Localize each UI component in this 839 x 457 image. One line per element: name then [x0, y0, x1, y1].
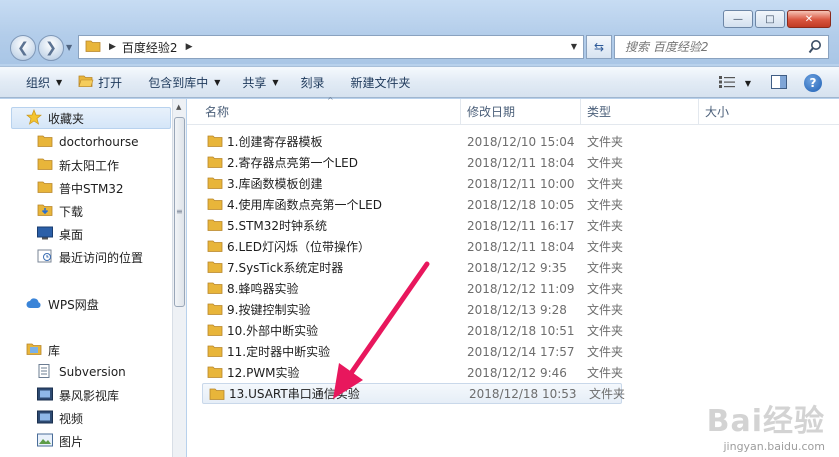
navigation-pane: 收藏夹 doctorhourse 新太阳工作 普中STM32 下载 桌面 最近访问的位置 …	[0, 99, 172, 457]
view-dropdown-icon[interactable]: ▼	[741, 71, 755, 95]
burn-label: 刻录	[300, 75, 325, 90]
sidebar-item[interactable]: 最近访问的位置	[37, 246, 143, 268]
sidebar-item-label: doctorhourse	[59, 135, 139, 149]
sidebar-item-label: 桌面	[59, 227, 84, 242]
sidebar-item[interactable]: 图片	[37, 430, 83, 452]
search-box[interactable]	[614, 35, 829, 59]
folder-icon	[37, 134, 53, 151]
new-folder-label: 新建文件夹	[350, 75, 411, 90]
scroll-up-icon[interactable]: ▲	[176, 103, 181, 111]
recent-pages-dropdown-icon[interactable]: ▼	[66, 43, 72, 52]
open-label: 打开	[98, 75, 123, 90]
document-icon	[37, 363, 53, 381]
desktop-icon	[37, 226, 53, 243]
recent-places-icon	[37, 249, 53, 266]
sidebar-item[interactable]: 新太阳工作	[37, 154, 119, 176]
watermark: Bai经验 jingyan.baidu.com	[707, 396, 825, 453]
command-bar: 组织 ▼ 打开 包含到库中 ▼ 共享 ▼ 刻录 新建文件夹 ▼ ?	[0, 66, 839, 98]
chevron-down-icon: ▼	[214, 77, 221, 87]
video-icon	[37, 410, 53, 427]
search-icon[interactable]	[808, 39, 822, 58]
library-icon	[26, 342, 42, 359]
back-button[interactable]: ❮	[10, 35, 36, 61]
chevron-down-icon: ▼	[272, 77, 279, 87]
sidebar-scrollbar[interactable]: ▲ ≡	[172, 99, 186, 457]
share-menu[interactable]: 共享 ▼	[234, 70, 286, 94]
arrow-head-icon	[333, 363, 363, 399]
breadcrumb-separator-icon: ▶	[185, 42, 193, 52]
sidebar-item-label: 收藏夹	[48, 111, 85, 126]
preview-pane-button[interactable]	[765, 71, 793, 95]
window-controls: — □ ✕	[721, 10, 831, 28]
sidebar-item[interactable]: 下载	[37, 200, 83, 222]
details-view-icon	[719, 75, 735, 91]
search-input[interactable]	[615, 36, 795, 58]
sidebar-item-label: 暴风影视库	[59, 388, 120, 403]
refresh-icon: ⇆	[593, 40, 605, 54]
include-in-library-menu[interactable]: 包含到库中 ▼	[140, 70, 228, 94]
new-folder-button[interactable]: 新建文件夹	[343, 70, 419, 94]
address-dropdown-icon[interactable]: ▼	[571, 42, 577, 51]
open-folder-icon	[78, 74, 94, 91]
organize-menu[interactable]: 组织 ▼	[18, 70, 70, 94]
sidebar-item-label: 新太阳工作	[59, 158, 120, 173]
sidebar-item[interactable]: Subversion	[37, 361, 126, 383]
burn-button[interactable]: 刻录	[293, 70, 333, 94]
scrollbar-grip-icon: ≡	[176, 207, 183, 216]
change-view-button[interactable]	[713, 71, 741, 95]
sidebar-item-library[interactable]: 库	[26, 339, 60, 361]
download-folder-icon	[37, 203, 53, 220]
view-controls: ▼ ?	[713, 71, 827, 95]
folder-icon	[37, 157, 53, 174]
watermark-brand: Bai经验	[706, 404, 825, 439]
back-arrow-icon: ❮	[17, 40, 29, 56]
sidebar-item-label: WPS网盘	[48, 297, 99, 312]
maximize-button[interactable]: □	[755, 10, 785, 28]
sidebar-item-label: 最近访问的位置	[59, 250, 144, 265]
include-in-library-label: 包含到库中	[148, 75, 209, 90]
breadcrumb-separator-icon: ▶	[109, 42, 116, 52]
help-button[interactable]: ?	[799, 71, 827, 95]
minimize-button[interactable]: —	[723, 10, 753, 28]
sidebar-item[interactable]: 桌面	[37, 223, 83, 245]
refresh-button[interactable]: ⇆	[586, 35, 612, 59]
sidebar-item[interactable]: 视频	[37, 407, 83, 429]
folder-icon	[37, 180, 53, 197]
sidebar-item[interactable]: 暴风影视库	[37, 384, 119, 406]
sidebar-item-label: Subversion	[59, 365, 126, 379]
preview-pane-icon	[771, 74, 787, 92]
forward-button[interactable]: ❯	[38, 35, 64, 61]
chevron-down-icon: ▼	[56, 77, 63, 87]
help-icon: ?	[804, 74, 822, 92]
sidebar-item-label: 视频	[59, 411, 84, 426]
sidebar-item-label: 图片	[59, 434, 84, 449]
organize-label: 组织	[26, 75, 51, 90]
wps-cloud-icon	[26, 296, 42, 313]
sidebar-item[interactable]: doctorhourse	[37, 131, 138, 153]
sidebar-item[interactable]: 普中STM32	[37, 177, 124, 199]
sidebar-item-label: 库	[48, 343, 61, 358]
sidebar-item-label: 普中STM32	[59, 181, 124, 196]
folder-icon	[85, 39, 101, 56]
video-icon	[37, 387, 53, 404]
address-bar[interactable]: ▶ 百度经验2 ▶ ▼	[78, 35, 584, 59]
star-icon	[26, 108, 42, 128]
open-button[interactable]: 打开	[70, 70, 130, 94]
sidebar-item-label: 下载	[59, 204, 84, 219]
file-list-pane: ^ 名称 修改日期 类型 大小 1.创建寄存器模板 2018/12/10 15:0…	[187, 96, 839, 457]
picture-icon	[37, 433, 53, 450]
sidebar-item-wps[interactable]: WPS网盘	[26, 293, 99, 315]
close-button[interactable]: ✕	[787, 10, 831, 28]
watermark-url: jingyan.baidu.com	[723, 440, 825, 453]
forward-arrow-icon: ❯	[45, 40, 57, 56]
breadcrumb-current[interactable]: 百度经验2	[122, 39, 178, 56]
window-chrome: — □ ✕ ❮ ❯ ▼ ▶ 百度经验2 ▶ ▼ ⇆	[0, 0, 839, 64]
share-label: 共享	[242, 75, 267, 90]
sidebar-item-favorites[interactable]: 收藏夹	[11, 107, 171, 129]
